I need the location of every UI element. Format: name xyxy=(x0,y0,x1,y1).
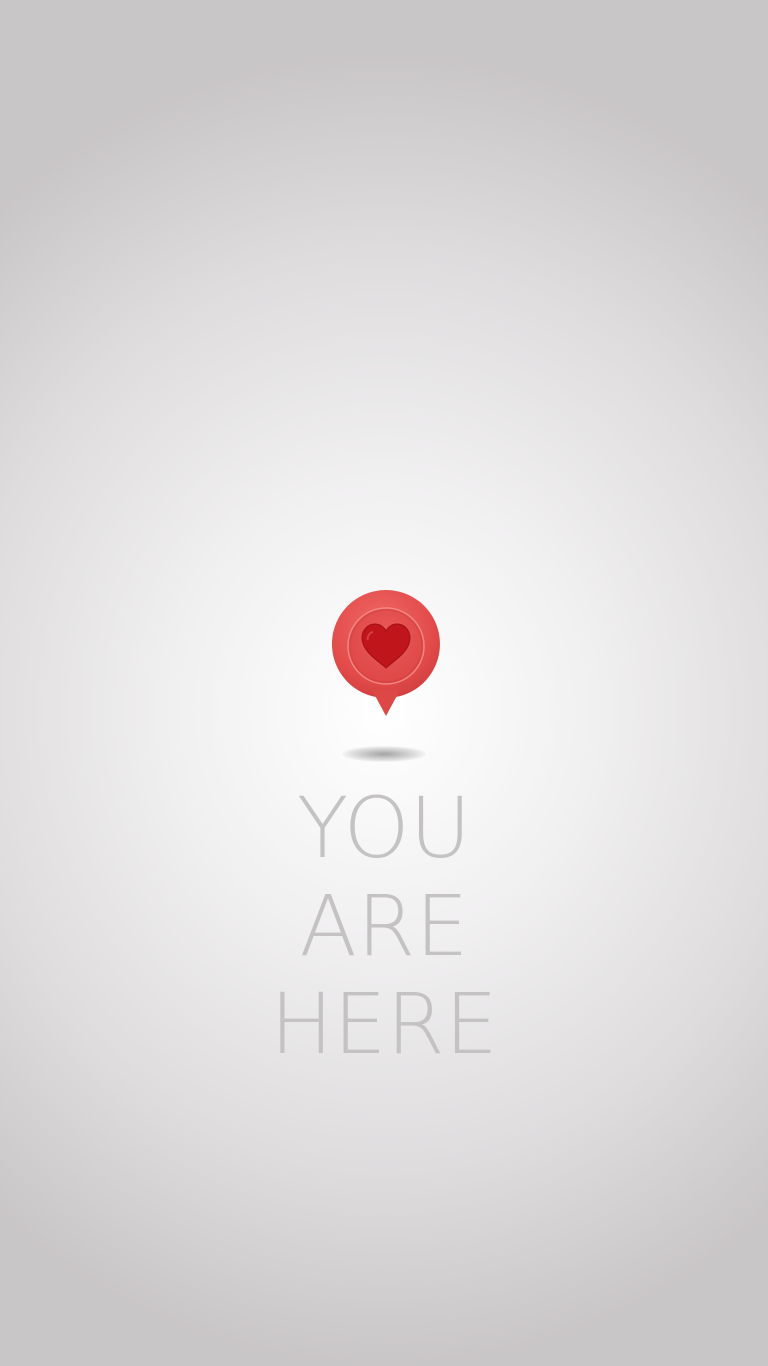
caption-line-are: ARE xyxy=(299,877,469,975)
caption-line-here: HERE xyxy=(270,975,498,1073)
caption-line-you: YOU xyxy=(296,779,472,877)
pin-shadow xyxy=(342,746,426,762)
location-pin-icon xyxy=(324,586,448,730)
